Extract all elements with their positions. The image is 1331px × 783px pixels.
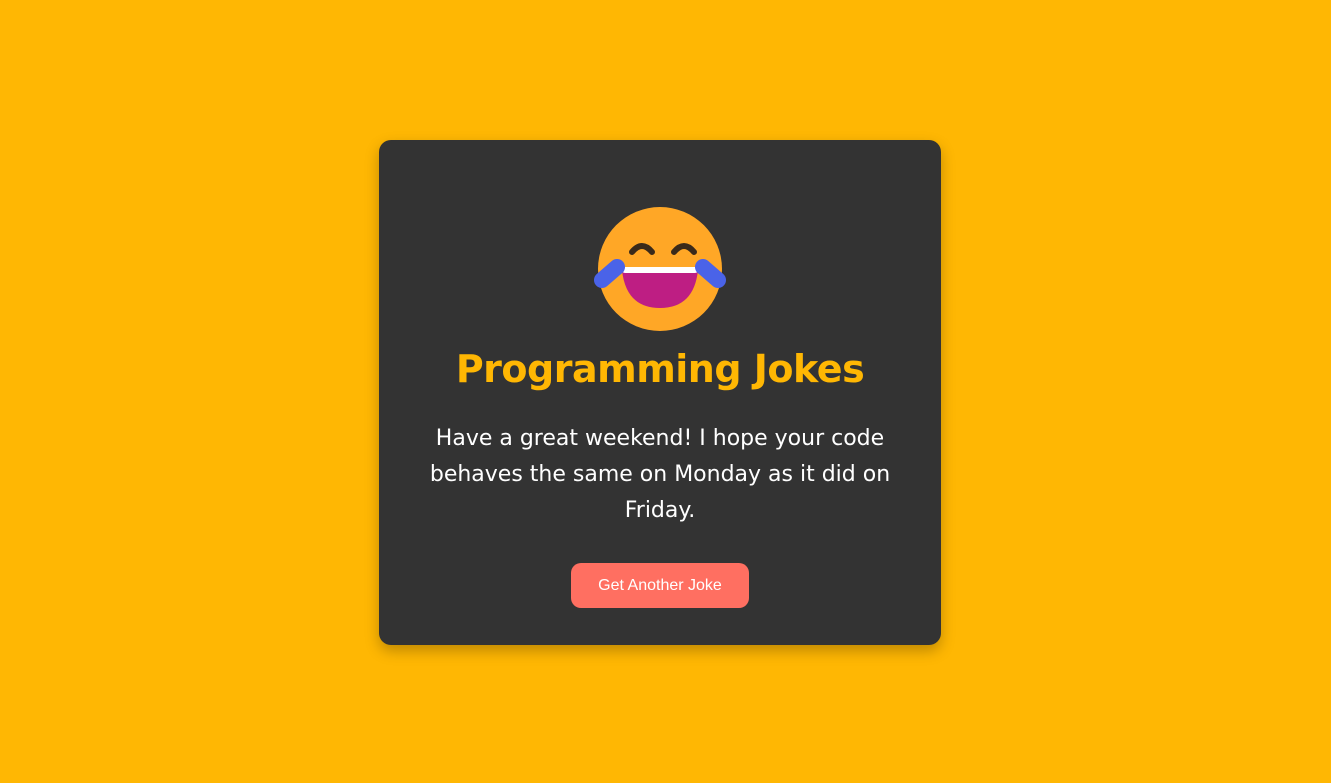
laughing-with-tears-emoji-icon [594,207,726,331]
page-title: Programming Jokes [455,347,865,391]
get-another-joke-button[interactable]: Get Another Joke [571,563,749,608]
joke-card: Programming Jokes Have a great weekend! … [379,140,941,645]
joke-text: Have a great weekend! I hope your code b… [429,426,891,523]
